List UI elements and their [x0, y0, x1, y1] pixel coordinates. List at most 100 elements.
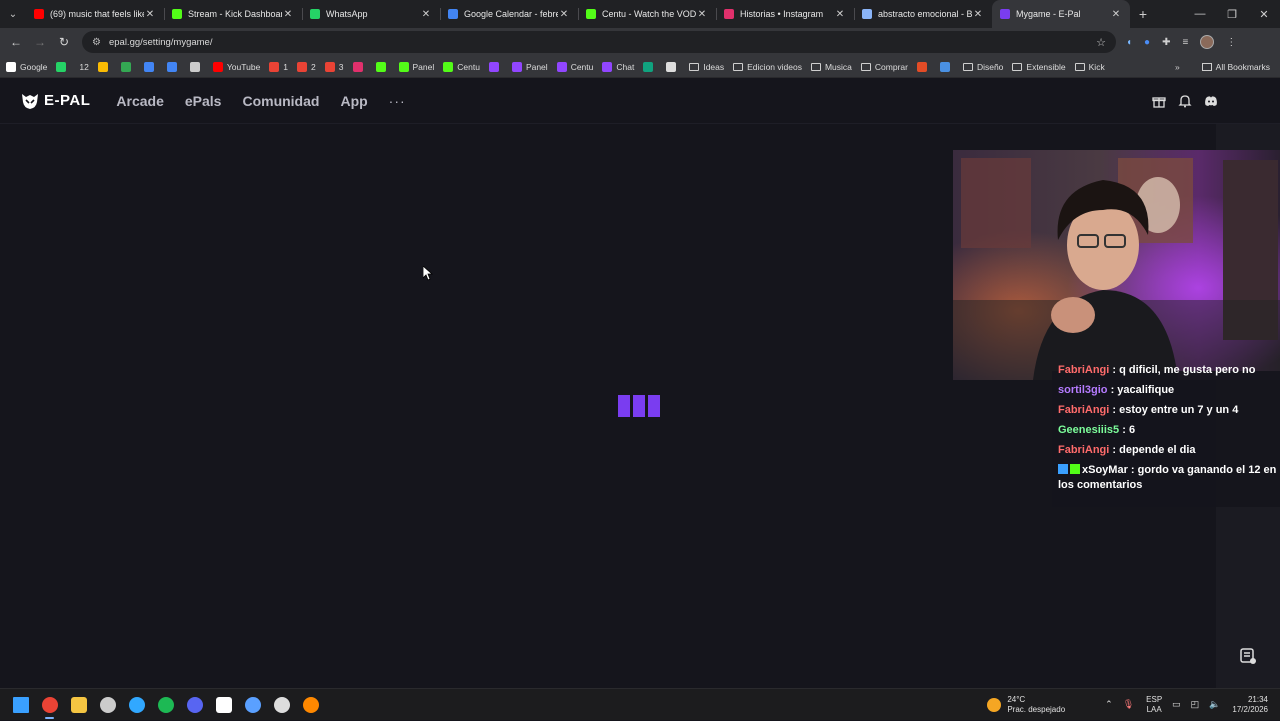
tab-close-icon[interactable]: ✕ — [420, 9, 432, 20]
taskbar-windows-start-icon[interactable] — [6, 689, 35, 721]
bookmark-folder[interactable]: Kick — [1074, 62, 1105, 72]
bookmark-label: YouTube — [226, 61, 261, 72]
extension-icon[interactable]: ◖ — [1126, 37, 1132, 48]
taskbar-discord-icon[interactable] — [180, 689, 209, 721]
tab-close-icon[interactable]: ✕ — [558, 9, 570, 20]
tab-close-icon[interactable]: ✕ — [972, 9, 984, 20]
display-icon[interactable]: ▭ — [1172, 699, 1181, 710]
clock-date: 17/2/2026 — [1232, 704, 1268, 714]
browser-tab[interactable]: Mygame - E-Pal ✕ — [992, 0, 1130, 28]
browser-tab[interactable]: Stream - Kick Dashboard ✕ — [164, 0, 302, 28]
bookmark-item[interactable] — [488, 61, 503, 72]
nav-comunidad[interactable]: Comunidad — [242, 93, 319, 109]
all-bookmarks-link[interactable]: All Bookmarks — [1216, 62, 1270, 72]
clock[interactable]: 21:34 17/2/2026 — [1232, 695, 1268, 715]
nav-app[interactable]: App — [340, 93, 367, 109]
nav-epals[interactable]: ePals — [185, 93, 222, 109]
bookmark-item[interactable]: 12 — [79, 62, 88, 72]
restore-icon[interactable]: ❐ — [1216, 8, 1248, 21]
bookmark-item[interactable]: Centu — [556, 61, 593, 72]
reading-list-icon[interactable]: ≡ — [1182, 37, 1188, 48]
puzzle-icon[interactable]: ✚ — [1162, 37, 1170, 48]
bookmark-folder[interactable]: Diseño — [962, 61, 1004, 72]
chevron-up-icon[interactable]: ⌃ — [1105, 699, 1113, 710]
reload-icon[interactable]: ↻ — [52, 35, 76, 49]
bookmark-item[interactable]: Panel — [398, 61, 434, 72]
bookmark-item[interactable] — [120, 61, 135, 72]
bookmark-folder[interactable]: Comprar — [860, 62, 908, 72]
bookmark-item[interactable]: Panel — [511, 61, 548, 72]
bookmarks-overflow-icon[interactable]: » — [1175, 62, 1180, 72]
browser-tab[interactable]: abstracto emocional - Bu ✕ — [854, 0, 992, 28]
bookmark-folder[interactable]: Edicion videos — [733, 62, 802, 72]
bookmark-folder[interactable]: Ideas — [689, 62, 724, 72]
bookmark-item[interactable] — [166, 61, 181, 72]
bookmark-item[interactable] — [939, 61, 954, 72]
bookmark-label: Extensible — [1026, 61, 1066, 72]
bookmark-folder[interactable]: Musica — [810, 62, 852, 72]
browser-tab[interactable]: Google Calendar - febrero✕ — [440, 0, 578, 28]
notification-bell-icon[interactable] — [1178, 94, 1192, 108]
taskbar-photoshop-icon[interactable] — [122, 689, 151, 721]
discord-icon[interactable] — [1204, 94, 1218, 108]
bookmark-item[interactable]: Centu — [443, 61, 480, 72]
taskbar-vlc-icon[interactable] — [296, 689, 325, 721]
bookmark-item[interactable] — [643, 61, 657, 72]
volume-icon[interactable]: 🔈 — [1209, 699, 1220, 710]
taskbar-notion-icon[interactable] — [209, 689, 238, 721]
taskbar-app-g-icon[interactable] — [267, 689, 296, 721]
bookmark-item[interactable] — [352, 61, 367, 72]
taskbar-spotify-icon[interactable] — [151, 689, 180, 721]
bookmark-folder[interactable]: Extensible — [1012, 61, 1066, 72]
back-icon[interactable]: ← — [4, 35, 28, 49]
webcam-overlay — [953, 150, 1280, 380]
tab-close-icon[interactable]: ✕ — [1110, 9, 1122, 20]
epal-logo[interactable]: E-PAL — [20, 91, 90, 111]
nav-arcade[interactable]: Arcade — [116, 93, 163, 109]
extension-icon[interactable]: ● — [1144, 37, 1150, 48]
support-chat-icon[interactable] — [1238, 646, 1258, 666]
taskbar-file-explorer-icon[interactable] — [64, 689, 93, 721]
profile-avatar[interactable] — [1200, 35, 1215, 49]
minimize-icon[interactable]: — — [1184, 8, 1216, 21]
new-tab-button[interactable]: + — [1130, 6, 1156, 22]
bookmark-item[interactable]: 2 — [297, 61, 316, 72]
bookmark-item[interactable] — [189, 61, 204, 72]
gift-icon[interactable] — [1152, 94, 1166, 108]
taskbar-app-blue-icon[interactable] — [238, 689, 267, 721]
forward-icon[interactable]: → — [28, 35, 52, 49]
bookmark-item[interactable] — [143, 61, 158, 72]
bookmark-item[interactable]: YouTube — [212, 61, 261, 72]
taskbar-steam-icon[interactable] — [93, 689, 122, 721]
browser-tab[interactable]: WhatsApp ✕ — [302, 0, 440, 28]
bookmark-item[interactable]: 1 — [269, 61, 288, 72]
language-indicator[interactable]: ESP LAA — [1146, 695, 1162, 715]
browser-tab[interactable]: (69) music that feels like a✕ — [26, 0, 164, 28]
browser-tab[interactable]: Centu - Watch the VOD o ✕ — [578, 0, 716, 28]
network-icon[interactable]: ◰ — [1191, 699, 1200, 710]
tab-close-icon[interactable]: ✕ — [696, 9, 708, 20]
bookmark-item[interactable] — [56, 61, 70, 72]
bookmark-item[interactable] — [916, 61, 931, 72]
bookmark-item[interactable]: Chat — [602, 61, 634, 72]
taskbar-chrome-icon[interactable] — [35, 689, 64, 721]
tab-close-icon[interactable]: ✕ — [144, 9, 156, 20]
browser-tab[interactable]: Historias • Instagram ✕ — [716, 0, 854, 28]
bookmark-item[interactable]: 3 — [324, 61, 344, 72]
menu-icon[interactable]: ⋮ — [1226, 37, 1236, 48]
more-menu-icon[interactable]: ··· — [389, 93, 406, 109]
close-window-icon[interactable]: ✕ — [1248, 8, 1280, 21]
tab-close-icon[interactable]: ✕ — [282, 9, 294, 20]
bookmark-item[interactable] — [666, 61, 680, 72]
bookmark-item[interactable]: Google — [6, 61, 47, 72]
bookmark-label: Diseño — [976, 61, 1004, 72]
bookmark-item[interactable] — [375, 61, 390, 72]
address-bar[interactable]: ⚙ epal.gg/setting/mygame/ ☆ — [82, 31, 1116, 53]
site-info-icon[interactable]: ⚙ — [92, 37, 101, 48]
tab-search-icon[interactable]: ⌄ — [0, 0, 26, 28]
bookmark-item[interactable] — [97, 61, 112, 72]
tab-close-icon[interactable]: ✕ — [834, 9, 846, 20]
bookmark-star-icon[interactable]: ☆ — [1096, 36, 1106, 49]
weather-widget[interactable]: 24°C Prac. despejado — [987, 695, 1065, 715]
microphone-icon[interactable]: 🎙 — [1123, 699, 1134, 710]
